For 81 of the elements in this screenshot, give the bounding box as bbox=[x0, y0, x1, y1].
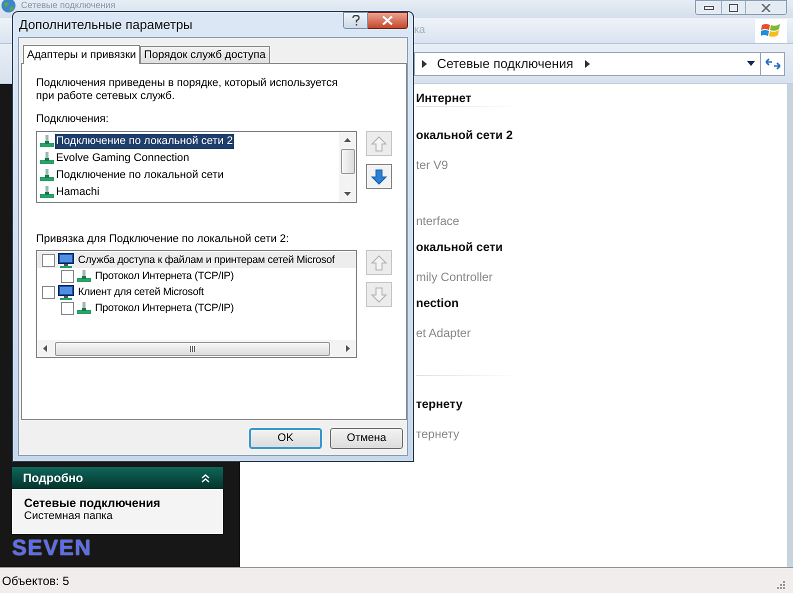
close-button[interactable] bbox=[746, 1, 786, 14]
refresh-icon bbox=[764, 56, 780, 70]
adapter-name: mily Controller bbox=[416, 270, 493, 284]
adapter-name: et Adapter bbox=[416, 326, 471, 340]
connection-name[interactable]: окальной сети bbox=[416, 240, 503, 254]
minimize-button[interactable] bbox=[696, 1, 722, 14]
network-icon bbox=[40, 169, 54, 182]
arrow-up-icon bbox=[370, 254, 388, 272]
connections-label: Подключения: bbox=[36, 113, 110, 126]
scroll-right-icon[interactable] bbox=[346, 345, 350, 352]
monitor-icon bbox=[58, 252, 74, 268]
close-button[interactable] bbox=[368, 12, 408, 29]
chevron-right-icon bbox=[422, 60, 427, 68]
connection-item[interactable]: Подключение по локальной сети bbox=[55, 168, 225, 183]
move-down-button[interactable] bbox=[366, 164, 392, 189]
details-name: Сетевые подключения bbox=[24, 496, 160, 510]
binding-item[interactable]: Клиент для сетей Microsoft bbox=[78, 285, 204, 299]
ok-button[interactable]: OK bbox=[249, 428, 322, 448]
bindings-label: Привязка для Подключение по локальной сети 2: bbox=[36, 233, 290, 246]
connection-name[interactable]: nection bbox=[416, 296, 459, 310]
horizontal-scrollbar[interactable] bbox=[37, 340, 356, 357]
scroll-thumb[interactable] bbox=[340, 149, 354, 174]
details-type: Системная папка bbox=[24, 510, 113, 523]
checkbox[interactable] bbox=[61, 302, 74, 314]
details-header[interactable]: Подробно bbox=[12, 467, 223, 489]
connections-list[interactable]: Подключение по локальной сети 2 Evolve Gaming Connection Подключение по локальной сети Hamachi bbox=[36, 131, 357, 203]
connection-item[interactable]: Hamachi bbox=[55, 185, 100, 200]
binding-item[interactable]: Протокол Интернета (TCP/IP) bbox=[95, 301, 234, 315]
arrow-up-icon bbox=[370, 134, 388, 152]
connection-item[interactable]: Подключение по локальной сети 2 bbox=[55, 134, 234, 149]
collapse-chevron-icon[interactable] bbox=[201, 474, 210, 482]
scroll-thumb[interactable] bbox=[55, 342, 330, 356]
connection-item[interactable]: Evolve Gaming Connection bbox=[55, 151, 190, 166]
checkbox[interactable] bbox=[42, 286, 55, 298]
dialog-title: Дополнительные параметры bbox=[19, 16, 193, 34]
network-icon bbox=[77, 270, 91, 282]
monitor-icon bbox=[58, 284, 74, 300]
adapter-name: тернету bbox=[416, 427, 460, 441]
chevron-right-icon bbox=[585, 60, 590, 68]
tab[interactable]: Порядок служб доступа bbox=[140, 46, 270, 63]
checkbox[interactable] bbox=[61, 270, 74, 282]
window-title: Сетевые подключения bbox=[21, 0, 116, 10]
adapter-name: ter V9 bbox=[416, 158, 448, 172]
tab[interactable]: Адаптеры и привязки bbox=[23, 45, 140, 64]
binding-item[interactable]: Протокол Интернета (TCP/IP) bbox=[95, 269, 234, 283]
checkbox[interactable] bbox=[42, 254, 55, 266]
status-text: Объектов: 5 bbox=[2, 572, 70, 590]
connection-name[interactable]: окальной сети 2 bbox=[416, 128, 513, 142]
scroll-left-icon[interactable] bbox=[43, 345, 47, 352]
connection-name[interactable]: тернету bbox=[416, 397, 462, 411]
grip-icon bbox=[190, 346, 196, 352]
scroll-up-icon[interactable] bbox=[344, 138, 351, 142]
vertical-scrollbar[interactable] bbox=[339, 132, 356, 202]
description-text: Подключения приведены в порядке, который используется при работе сетевых служб. bbox=[36, 77, 339, 103]
network-icon bbox=[77, 302, 91, 314]
breadcrumb-segment[interactable]: Сетевые подключения bbox=[437, 54, 574, 74]
maximize-button[interactable] bbox=[722, 1, 746, 14]
cancel-button[interactable]: Отмена bbox=[330, 428, 403, 448]
arrow-down-icon bbox=[370, 168, 388, 186]
help-button[interactable] bbox=[343, 12, 368, 29]
adapter-name: nterface bbox=[416, 214, 460, 228]
network-icon bbox=[40, 152, 54, 165]
maximize-icon bbox=[729, 4, 738, 12]
arrow-down-icon bbox=[370, 286, 388, 304]
close-icon bbox=[382, 16, 393, 25]
network-icon bbox=[40, 186, 54, 199]
resize-grip-icon[interactable] bbox=[775, 580, 785, 590]
details-title: Подробно bbox=[23, 470, 84, 487]
close-icon bbox=[761, 4, 771, 12]
scroll-down-icon[interactable] bbox=[344, 192, 351, 196]
refresh-button[interactable] bbox=[761, 52, 785, 76]
bindings-tree[interactable]: Служба доступа к файлам и принтерам сетей Microsof Протокол Интернета (TCP/IP) Клиент для сетей Microsoft Протокол Интернета (TCP/IP) bbox=[36, 250, 357, 358]
address-bar[interactable]: Сетевые подключения bbox=[414, 52, 761, 76]
group-header: Интернет bbox=[416, 91, 472, 106]
help-icon bbox=[352, 15, 360, 26]
minimize-icon bbox=[704, 6, 714, 10]
dropdown-caret-icon[interactable] bbox=[747, 61, 755, 66]
network-icon bbox=[40, 135, 54, 148]
globe-icon bbox=[1, 0, 16, 13]
seven-logo: SEVEN bbox=[12, 537, 92, 559]
windows-flag-icon bbox=[761, 22, 781, 40]
